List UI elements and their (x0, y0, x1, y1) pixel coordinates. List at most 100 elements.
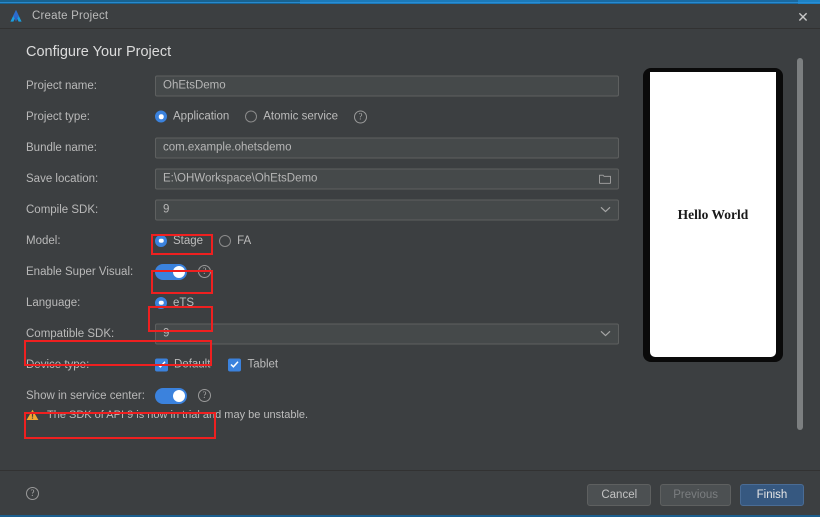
compile-sdk-dropdown[interactable]: 9 (155, 199, 619, 220)
compatible-sdk-dropdown[interactable]: 9 (155, 323, 619, 344)
form-row-bundle-name: Bundle name: com.example.ohetsdemo (0, 132, 620, 163)
radio-off-icon (245, 110, 258, 123)
create-project-dialog: Create Project ✕ Configure Your Project … (0, 0, 820, 517)
radio-on-icon (155, 296, 167, 309)
dialog-title: Create Project (32, 10, 109, 22)
save-location-input[interactable]: E:\OHWorkspace\OhEtsDemo (155, 168, 619, 189)
field-device-type: Default Tablet (155, 358, 296, 371)
check-icon (155, 358, 168, 371)
label-project-type: Project type: (26, 110, 90, 123)
radio-on-icon (155, 234, 167, 247)
preview-hello-world-text: Hello World (677, 206, 749, 222)
checkbox-label-tablet: Tablet (247, 358, 279, 371)
project-name-input[interactable]: OhEtsDemo (155, 75, 619, 96)
deveco-logo-icon (8, 8, 24, 24)
folder-icon[interactable] (599, 173, 611, 184)
label-enable-super-visual: Enable Super Visual: (26, 265, 134, 278)
dialog-footer: ? Cancel Previous Finish (0, 470, 820, 517)
toggle-knob (173, 265, 185, 278)
field-project-name: OhEtsDemo (155, 75, 619, 96)
radio-on-icon (155, 110, 167, 123)
label-device-type: Device type: (26, 358, 90, 371)
project-name-value: OhEtsDemo (163, 79, 226, 92)
phone-screen: Hello World (650, 72, 776, 357)
field-compatible-sdk: 9 (155, 323, 619, 344)
chevron-down-icon[interactable] (600, 206, 611, 213)
field-language: eTS (155, 296, 210, 309)
cancel-button[interactable]: Cancel (587, 484, 652, 506)
checkbox-tablet[interactable]: Tablet (228, 358, 278, 371)
radio-ets[interactable]: eTS (155, 296, 194, 309)
dialog-titlebar: Create Project ✕ (0, 4, 820, 29)
label-model: Model: (26, 234, 61, 247)
help-icon-service-center[interactable]: ? (198, 389, 211, 402)
radio-stage[interactable]: Stage (155, 234, 204, 247)
bundle-name-value: com.example.ohetsdemo (163, 141, 292, 154)
field-show-in-service-center: ? (155, 387, 211, 404)
label-save-location: Save location: (26, 172, 99, 185)
finish-button[interactable]: Finish (740, 484, 804, 506)
compile-sdk-value: 9 (163, 203, 170, 216)
device-preview: Hello World (643, 68, 783, 362)
field-compile-sdk: 9 (155, 199, 619, 220)
label-language: Language: (26, 296, 81, 309)
page-title: Configure Your Project (26, 44, 172, 60)
language-radio-group: eTS (155, 296, 210, 309)
sdk-warning-text: The SDK of API 9 is now in trial and may… (47, 409, 309, 421)
label-compatible-sdk: Compatible SDK: (26, 327, 115, 340)
form-row-enable-super-visual: Enable Super Visual: ? (0, 256, 620, 287)
form-row-project-type: Project type: Application Atomic service… (0, 101, 620, 132)
label-show-in-service-center: Show in service center: (26, 389, 145, 402)
form-row-save-location: Save location: E:\OHWorkspace\OhEtsDemo (0, 163, 620, 194)
help-icon-footer[interactable]: ? (26, 487, 39, 500)
radio-label-atomic-service: Atomic service (263, 110, 339, 123)
project-config-form: Project name: OhEtsDemo Project type: Ap… (0, 70, 620, 411)
form-row-project-name: Project name: OhEtsDemo (0, 70, 620, 101)
radio-fa[interactable]: FA (219, 234, 252, 247)
show-in-service-center-toggle[interactable] (155, 387, 187, 404)
radio-label-application: Application (173, 110, 230, 123)
radio-label-fa: FA (237, 234, 252, 247)
label-bundle-name: Bundle name: (26, 141, 97, 154)
strip-accent-line (0, 2, 820, 3)
form-row-language: Language: eTS (0, 287, 620, 318)
compatible-sdk-value: 9 (163, 327, 170, 340)
close-icon[interactable]: ✕ (786, 4, 820, 29)
field-save-location: E:\OHWorkspace\OhEtsDemo (155, 168, 619, 189)
enable-super-visual-toggle[interactable] (155, 263, 187, 280)
toggle-knob (173, 389, 185, 402)
check-icon (228, 358, 242, 371)
dialog-body: Configure Your Project Project name: OhE… (0, 29, 820, 470)
form-row-compatible-sdk: Compatible SDK: 9 (0, 318, 620, 349)
help-icon-super-visual[interactable]: ? (198, 265, 211, 278)
radio-application[interactable]: Application (155, 110, 230, 123)
footer-buttons: Cancel Previous Finish (587, 484, 804, 506)
project-type-radio-group: Application Atomic service ? (155, 110, 368, 123)
previous-button[interactable]: Previous (660, 484, 731, 506)
form-row-device-type: Device type: Default Tablet (0, 349, 620, 380)
bundle-name-input[interactable]: com.example.ohetsdemo (155, 137, 619, 158)
checkbox-label-default: Default (174, 358, 211, 371)
warning-triangle-icon (26, 409, 39, 421)
form-row-show-in-service-center: Show in service center: ? (0, 380, 620, 411)
save-location-value: E:\OHWorkspace\OhEtsDemo (163, 172, 318, 185)
help-icon-project-type[interactable]: ? (354, 110, 368, 123)
sdk-warning: The SDK of API 9 is now in trial and may… (26, 409, 308, 421)
form-row-model: Model: Stage FA (0, 225, 620, 256)
field-bundle-name: com.example.ohetsdemo (155, 137, 619, 158)
label-compile-sdk: Compile SDK: (26, 203, 99, 216)
chevron-down-icon[interactable] (600, 330, 611, 337)
radio-off-icon (219, 234, 232, 247)
form-row-compile-sdk: Compile SDK: 9 (0, 194, 620, 225)
dialog-scrollbar[interactable] (797, 58, 803, 470)
model-radio-group: Stage FA (155, 234, 267, 247)
field-model: Stage FA (155, 234, 267, 247)
field-project-type: Application Atomic service ? (155, 110, 368, 123)
label-project-name: Project name: (26, 79, 97, 92)
radio-label-stage: Stage (173, 234, 204, 247)
radio-atomic-service[interactable]: Atomic service (245, 110, 339, 123)
checkbox-default[interactable]: Default (155, 358, 210, 371)
scrollbar-thumb[interactable] (797, 58, 803, 430)
phone-frame: Hello World (643, 68, 783, 362)
field-enable-super-visual: ? (155, 263, 211, 280)
